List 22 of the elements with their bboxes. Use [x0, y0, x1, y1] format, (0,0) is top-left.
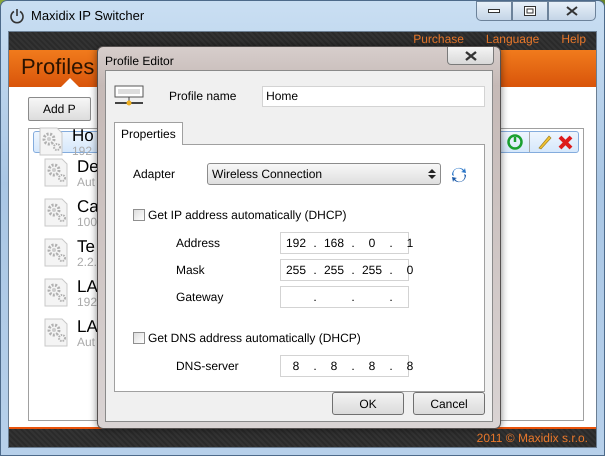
profile-detail: Aut — [77, 176, 96, 188]
profile-name: De — [77, 158, 99, 176]
dialog-title: Profile Editor — [105, 53, 174, 70]
profile-detail: Aut — [77, 336, 96, 348]
window-title: Maxidix IP Switcher — [31, 7, 144, 26]
field-label: Mask — [176, 262, 206, 279]
copyright-text: 2011 © Maxidix s.r.o. — [476, 430, 588, 447]
profile-name: LA — [77, 278, 98, 296]
profile-detail: 2.2. — [77, 256, 98, 268]
checkbox-label: Get IP address automatically (DHCP) — [148, 207, 347, 224]
field-label: Profile name — [169, 88, 238, 105]
field-label: Adapter — [133, 166, 176, 183]
field-label: DNS-server — [176, 358, 240, 375]
profile-detail: 100 — [77, 216, 98, 228]
checkbox-label: Get DNS address automatically (DHCP) — [148, 330, 361, 347]
section-title: Profiles — [21, 54, 94, 80]
profile-name: LA — [77, 318, 98, 336]
field-label: Address — [176, 235, 222, 252]
profile-detail: 192 — [77, 296, 98, 308]
profile-name: Te — [77, 238, 96, 256]
profile-name: Ho — [72, 126, 94, 144]
field-label: Gateway — [176, 289, 224, 306]
